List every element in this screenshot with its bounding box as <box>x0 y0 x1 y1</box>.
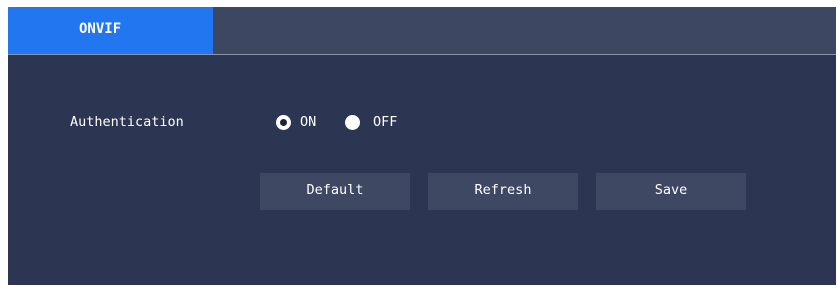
save-button[interactable]: Save <box>596 173 746 210</box>
refresh-button[interactable]: Refresh <box>428 173 578 210</box>
authentication-label: Authentication <box>70 114 184 130</box>
authentication-on-radio[interactable] <box>276 115 291 130</box>
onvif-panel: ONVIF Authentication ON OFF Default Refr… <box>8 7 836 285</box>
authentication-off-label: OFF <box>373 114 398 130</box>
authentication-off-radio[interactable] <box>345 115 360 130</box>
default-button[interactable]: Default <box>260 173 410 210</box>
authentication-on-label: ON <box>300 114 317 130</box>
tab-bar: ONVIF <box>8 7 836 55</box>
tab-onvif[interactable]: ONVIF <box>8 7 213 54</box>
